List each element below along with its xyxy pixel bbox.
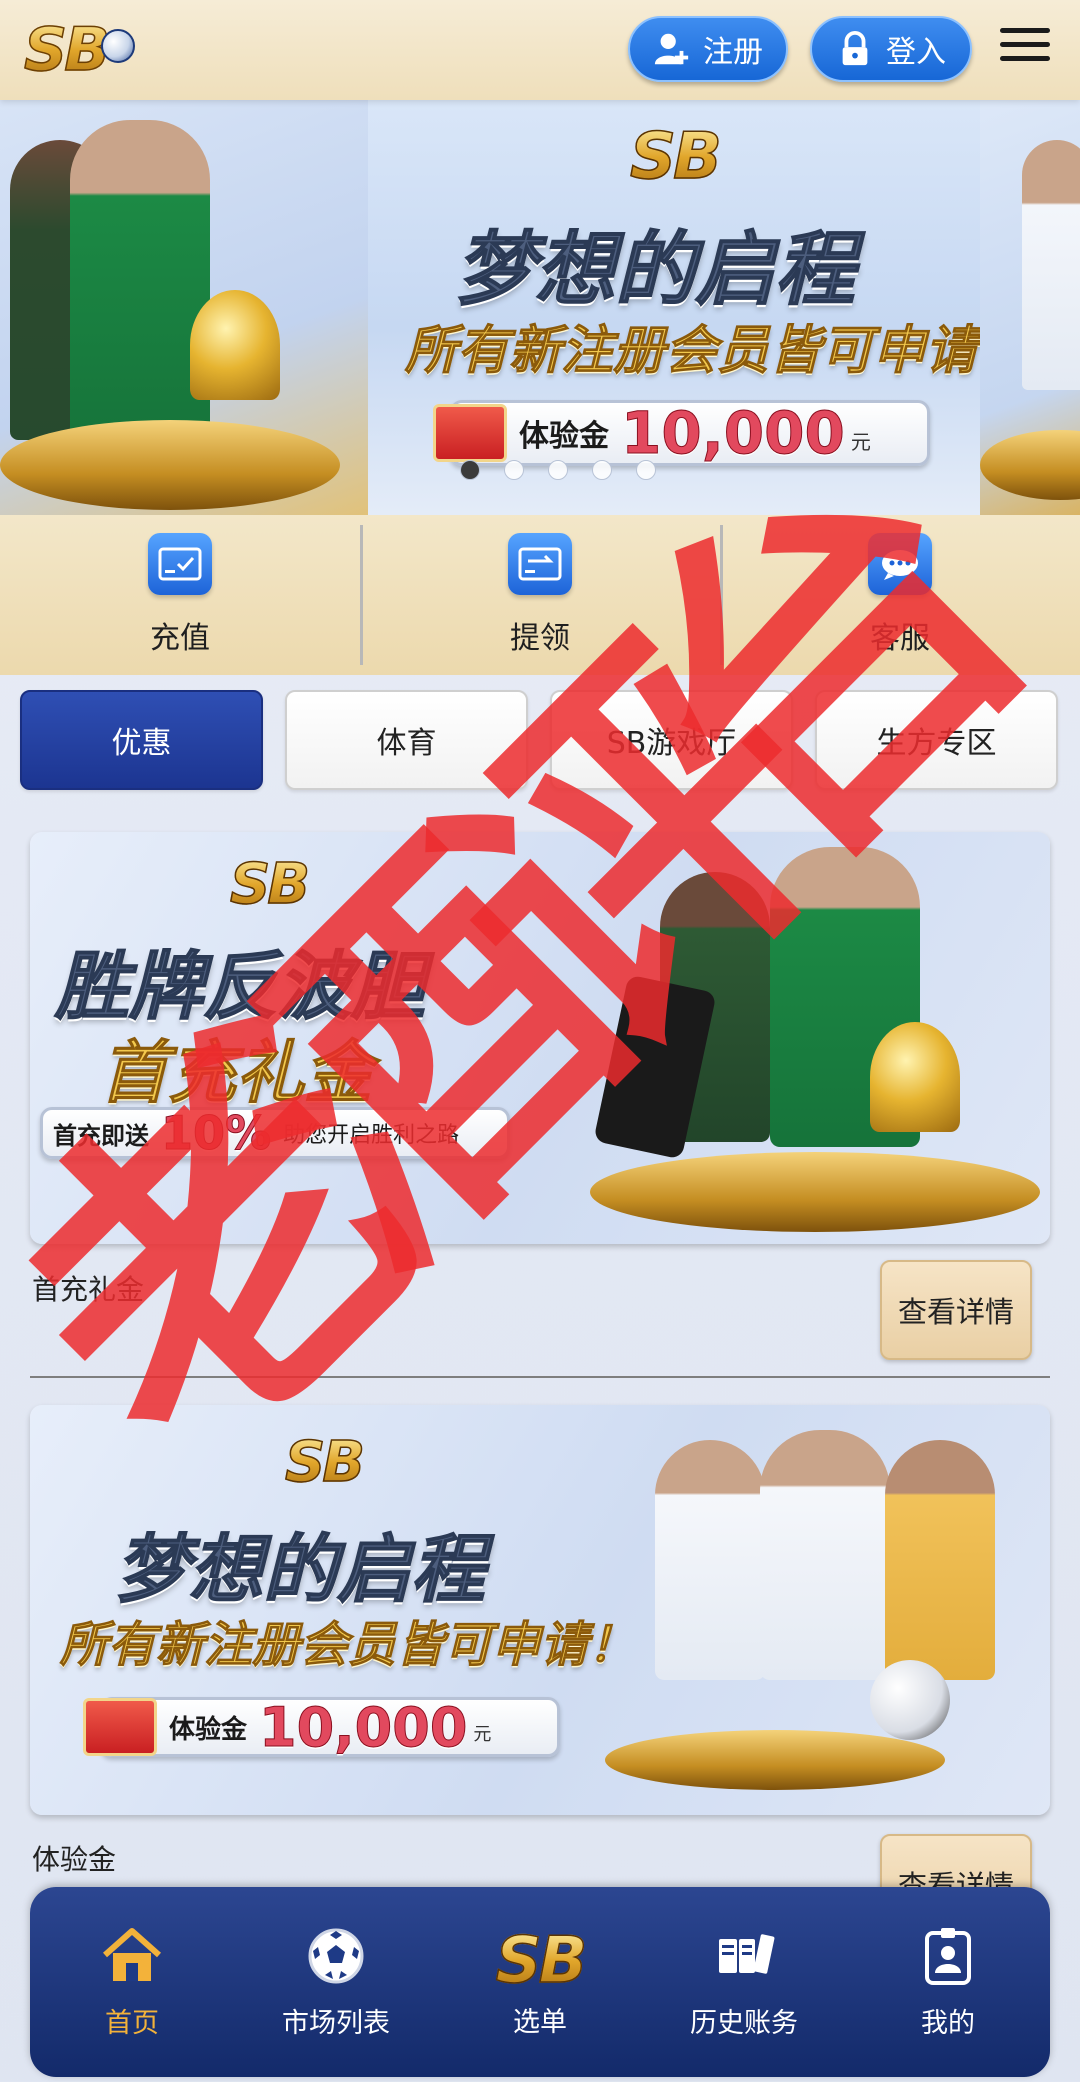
carousel-dot[interactable]: [504, 460, 524, 480]
deposit-card-icon: [148, 533, 212, 595]
quick-actions-bar: 充值 提领 客服: [0, 515, 1080, 675]
gold-podium: [590, 1152, 1040, 1232]
register-label: 注册: [703, 35, 763, 70]
player-figure: [760, 1430, 890, 1680]
lock-icon: [842, 30, 868, 66]
bonus-amount: 10,000: [621, 399, 846, 468]
player-figure: [1022, 140, 1080, 390]
nav-bet-slip[interactable]: SB 选单: [438, 1887, 642, 2077]
nav-bet-slip-label: 选单: [513, 2006, 567, 2038]
banner-subtitle: 所有新注册会员皆可申请！: [404, 321, 1030, 382]
tab-sb-games[interactable]: SB游戏厅: [550, 690, 793, 790]
nav-history-label: 历史账务: [690, 2007, 798, 2039]
id-badge-icon: [925, 1927, 971, 1985]
bottom-navigation: 首页 市场列表 SB 选单 历史账务 我的: [30, 1887, 1050, 2077]
nav-market-list-label: 市场列表: [282, 2007, 390, 2039]
withdraw-action[interactable]: 提领: [360, 515, 720, 675]
bonus-label: 体验金: [519, 419, 609, 454]
red-envelope-icon: [83, 1698, 157, 1756]
trophy-icon: [870, 1022, 960, 1132]
promo-card-first-deposit[interactable]: SB 胜牌反波胆 首充礼金 首充即送 10% 助您开启胜利之路: [30, 832, 1050, 1244]
nav-home-label: 首页: [105, 2007, 159, 2039]
nav-market-list[interactable]: 市场列表: [234, 1887, 438, 2077]
previous-slide-image: [0, 100, 368, 515]
soccer-ball-logo-icon: [100, 29, 135, 63]
promo-title: 梦想的启程: [114, 1526, 486, 1614]
banner-logo: SB: [629, 119, 722, 195]
nav-profile[interactable]: 我的: [846, 1887, 1050, 2077]
brand-logo[interactable]: SB: [23, 14, 135, 86]
hamburger-menu-icon[interactable]: [1000, 28, 1050, 68]
carousel-dot[interactable]: [592, 460, 612, 480]
trophy-icon: [190, 290, 280, 400]
tab-promotions[interactable]: 优惠: [20, 690, 263, 790]
red-envelope-icon: [433, 404, 507, 462]
home-icon: [103, 1927, 161, 1981]
bonus-badge: 体验金 10,000 元: [433, 399, 930, 468]
promo-subtitle: 所有新注册会员皆可申请！: [59, 1617, 637, 1674]
player-figure: [885, 1440, 995, 1680]
brand-logo-text: SB: [23, 14, 110, 86]
promo-subtitle: 首充礼金: [99, 1034, 373, 1114]
promo-name-trial-bonus: 体验金: [32, 1843, 117, 1876]
bonus-unit: 元: [850, 430, 871, 454]
gold-podium: [605, 1730, 945, 1790]
promo-badge: 体验金 10,000 元: [83, 1695, 560, 1759]
promo-badge-amount: 10%: [160, 1106, 272, 1161]
top-header: SB 注册 登入: [0, 0, 1080, 100]
nav-home[interactable]: 首页: [30, 1887, 234, 2077]
carousel-dot[interactable]: [460, 460, 480, 480]
add-user-icon: [654, 33, 689, 65]
promo-badge-label: 体验金: [169, 1714, 248, 1745]
withdraw-card-icon: [508, 533, 572, 595]
deposit-action[interactable]: 充值: [0, 515, 360, 675]
soccer-ball-icon: [308, 1928, 364, 1983]
view-details-button[interactable]: 查看详情: [880, 1260, 1032, 1360]
gold-podium: [0, 420, 340, 510]
register-button[interactable]: 注册: [628, 16, 788, 82]
tab-sports[interactable]: 体育: [285, 690, 528, 790]
support-action[interactable]: 客服: [720, 515, 1080, 675]
sb-logo-icon: SB: [495, 1923, 588, 1998]
deposit-label: 充值: [150, 621, 210, 656]
soccer-ball-icon: [870, 1660, 950, 1740]
promo-badge-label: 首充即送: [53, 1121, 149, 1150]
withdraw-label: 提领: [510, 621, 570, 656]
player-figure: [70, 120, 210, 450]
promo-badge-tail: 助您开启胜利之路: [283, 1123, 460, 1148]
promo-logo: SB: [229, 851, 311, 918]
hero-carousel[interactable]: SB 梦想的启程 所有新注册会员皆可申请！ 体验金 10,000 元: [0, 100, 1080, 515]
promo-badge-unit: 元: [473, 1724, 492, 1745]
category-tabs: 优惠 体育 SB游戏厅 生方专区: [20, 690, 1060, 790]
banner-title: 梦想的启程: [454, 222, 856, 317]
gold-podium: [980, 430, 1080, 500]
nav-profile-label: 我的: [921, 2007, 975, 2039]
chat-support-icon: [868, 533, 932, 595]
carousel-dot[interactable]: [636, 460, 656, 480]
promo-card-trial-bonus[interactable]: SB 梦想的启程 所有新注册会员皆可申请！ 体验金 10,000 元: [30, 1405, 1050, 1815]
promo-logo: SB: [284, 1429, 366, 1496]
carousel-indicators: [460, 460, 656, 480]
player-figure: [655, 1440, 765, 1680]
login-label: 登入: [886, 35, 946, 70]
login-button[interactable]: 登入: [810, 16, 972, 82]
promo-name-first-deposit: 首充礼金: [32, 1273, 145, 1306]
promo-badge-amount: 10,000: [259, 1695, 468, 1759]
tickets-icon: [719, 1933, 775, 1974]
promo-badge: 首充即送 10% 助您开启胜利之路: [40, 1106, 510, 1161]
tab-special-zone[interactable]: 生方专区: [815, 690, 1058, 790]
next-slide-image: [980, 100, 1080, 515]
promo-divider: [30, 1376, 1050, 1378]
carousel-dot[interactable]: [548, 460, 568, 480]
support-label: 客服: [870, 621, 930, 656]
nav-history[interactable]: 历史账务: [642, 1887, 846, 2077]
